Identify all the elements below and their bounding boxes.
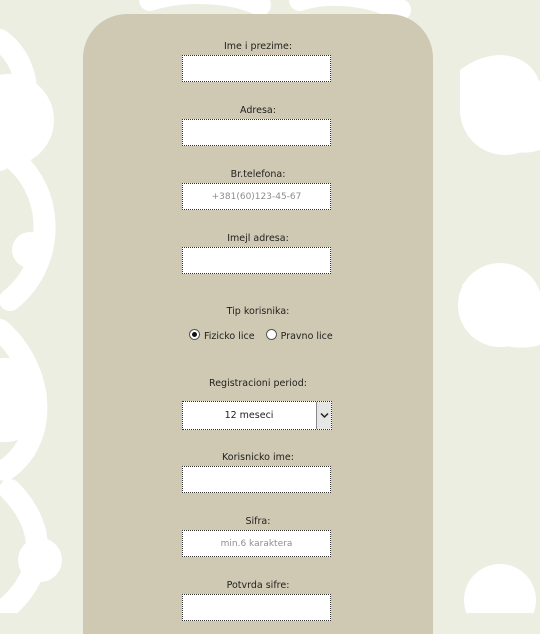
- user-type-field: Tip korisnika:: [83, 306, 433, 318]
- email-field: Imejl adresa:: [83, 233, 433, 245]
- full-name-field: Ime i prezime:: [83, 41, 433, 53]
- period-select[interactable]: 12 meseci: [182, 401, 332, 430]
- email-input[interactable]: [182, 247, 331, 274]
- address-field: Adresa:: [83, 105, 433, 117]
- username-input[interactable]: [182, 466, 331, 493]
- address-input[interactable]: [182, 119, 331, 146]
- radio-fizicko-lice-label[interactable]: Fizicko lice: [204, 331, 255, 342]
- phone-input[interactable]: [182, 183, 331, 210]
- address-label: Adresa:: [240, 105, 276, 116]
- full-name-input[interactable]: [182, 55, 331, 82]
- password-confirm-label: Potvrda sifre:: [226, 580, 290, 591]
- period-field: Registracioni period:: [83, 378, 433, 390]
- email-label: Imejl adresa:: [227, 233, 289, 244]
- full-name-label: Ime i prezime:: [223, 41, 293, 52]
- password-input[interactable]: [182, 530, 331, 557]
- chevron-down-icon: [320, 412, 329, 419]
- radio-pravno-lice-label[interactable]: Pravno lice: [281, 331, 333, 342]
- user-type-radio-group: Fizicko lice Pravno lice: [189, 329, 341, 343]
- registration-form-card: Ime i prezime: Adresa: Br.telefona: Imej…: [83, 14, 433, 634]
- username-label: Korisnicko ime:: [222, 452, 294, 463]
- password-confirm-field: Potvrda sifre:: [83, 580, 433, 592]
- phone-field: Br.telefona:: [83, 169, 433, 181]
- period-selected-value: 12 meseci: [224, 410, 274, 421]
- password-label: Sifra:: [245, 516, 271, 527]
- password-confirm-input[interactable]: [182, 594, 331, 621]
- radio-fizicko-lice[interactable]: [189, 329, 200, 340]
- radio-pravno-lice[interactable]: [265, 329, 277, 340]
- period-dropdown-button[interactable]: [316, 402, 331, 429]
- password-field: Sifra:: [83, 516, 433, 528]
- user-type-label: Tip korisnika:: [226, 306, 290, 317]
- period-label: Registracioni period:: [209, 378, 307, 389]
- username-field: Korisnicko ime:: [83, 452, 433, 464]
- phone-label: Br.telefona:: [230, 169, 286, 180]
